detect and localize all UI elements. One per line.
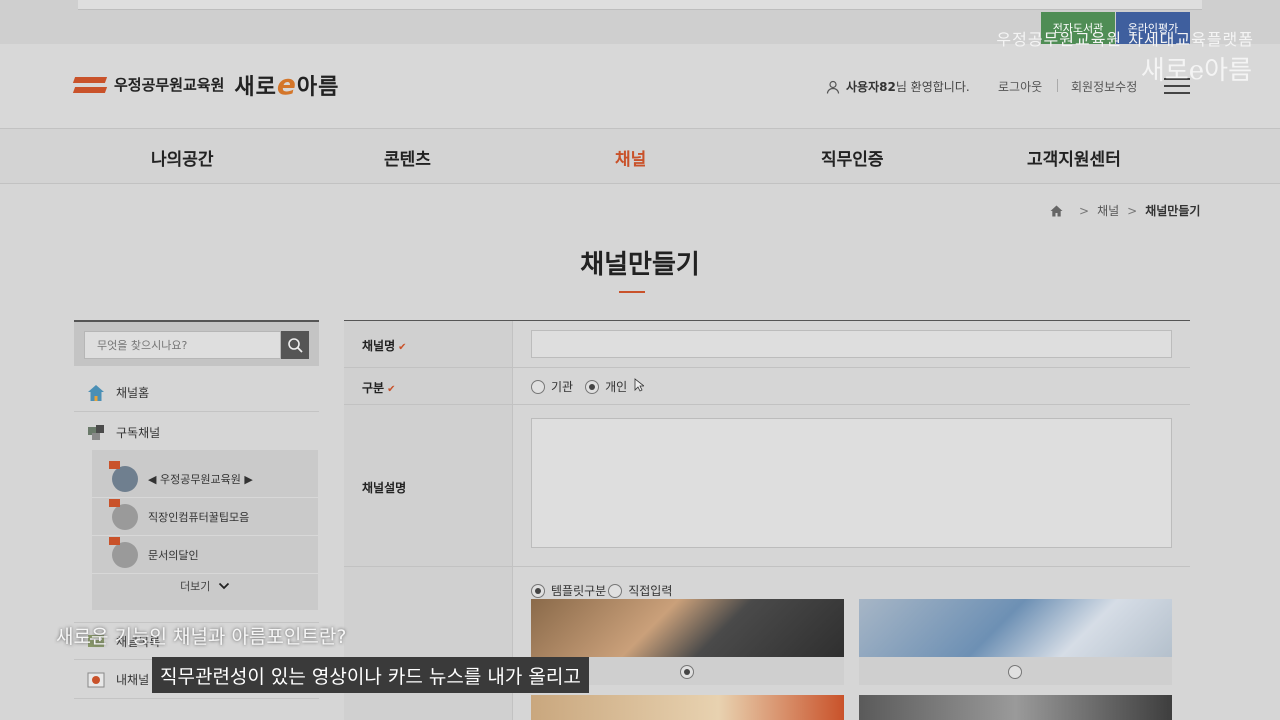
sidebar-item-label: 구독채널 (116, 425, 161, 440)
sidebar-item-channel-home[interactable]: 채널홈 (74, 374, 319, 412)
subscribed-channel-item[interactable]: 문서의달인 (92, 536, 318, 574)
breadcrumb-arrow: > (1127, 203, 1138, 218)
template-thumbnail-chart (859, 599, 1172, 657)
logout-link[interactable]: 로그아웃 (998, 78, 1042, 95)
type-radio-label: 개인 (605, 380, 628, 394)
search-button[interactable] (281, 331, 309, 359)
header-divider (1057, 79, 1058, 92)
template-thumbnail-coins (531, 695, 844, 720)
template-radio-direct[interactable] (608, 583, 623, 598)
sidebar-search (74, 320, 319, 366)
subtitle-line-1: 새로운 기능인 채널과 아름포인트란? (56, 626, 347, 648)
breadcrumb: > 채널 > 채널만들기 (1050, 202, 1200, 219)
subtitle-line-2: 직무관련성이 있는 영상이나 카드 뉴스를 내가 올리고 (152, 657, 589, 693)
row-divider (344, 404, 1190, 405)
template-thumbnail-at-sign (859, 695, 1172, 720)
sidebar-item-label: 채널홈 (116, 386, 150, 400)
template-thumbnail-keyboard (531, 599, 844, 657)
subscribed-channel-item[interactable]: 직장인컴퓨터꿀팁모음 (92, 498, 318, 536)
main-navigation: 나의공간 콘텐츠 채널 직무인증 고객지원센터 (0, 128, 1280, 184)
member-edit-link[interactable]: 회원정보수정 (1071, 78, 1137, 95)
template-radio-template[interactable] (531, 583, 545, 598)
title-underline (619, 291, 645, 293)
sidebar-search-input[interactable] (84, 331, 281, 359)
required-mark-icon: ✔ (398, 342, 407, 353)
channel-thumbnail (109, 536, 138, 568)
mouse-cursor-icon (634, 378, 644, 392)
breadcrumb-channel[interactable]: 채널 (1097, 202, 1119, 219)
more-button[interactable]: 더보기 (92, 578, 318, 594)
logo-mark-icon (72, 75, 108, 95)
type-label: 구분 ✔ (362, 381, 396, 395)
new-badge-icon (109, 498, 120, 507)
required-mark-icon: ✔ (387, 384, 396, 395)
template-option[interactable] (859, 599, 1172, 685)
gnb-item-contents[interactable]: 콘텐츠 (384, 145, 431, 170)
channel-name: 직장인컴퓨터꿀팁모음 (148, 510, 250, 524)
form-top-border (344, 320, 1190, 321)
row-divider (344, 566, 1190, 567)
user-icon (826, 80, 840, 94)
new-badge-icon (109, 536, 120, 545)
logo-org-name: 우정공무원교육원 (114, 76, 225, 94)
channel-description-textarea[interactable] (531, 418, 1172, 548)
subscribed-channel-item[interactable]: ◀ 우정공무원교육원 ▶ (92, 460, 318, 498)
sidebar-item-subscribed[interactable]: 구독채널 (74, 413, 319, 451)
row-divider (344, 367, 1190, 368)
type-radio-label: 기관 (551, 380, 574, 394)
description-label: 채널설명 (362, 481, 407, 495)
template-select-radio[interactable] (1008, 665, 1022, 679)
breadcrumb-current: 채널만들기 (1145, 204, 1201, 218)
top-bar-inner (78, 0, 1202, 10)
user-greeting: 사용자82 님 환영합니다. (826, 78, 970, 95)
channel-name-label: 채널명 ✔ (362, 339, 407, 353)
channel-thumbnail (109, 498, 138, 530)
channel-name: ◀ 우정공무원교육원 ▶ (148, 472, 253, 486)
puzzle-icon (88, 425, 104, 440)
gnb-item-channel[interactable]: 채널 (615, 145, 646, 170)
user-greeting-suffix: 님 환영합니다. (895, 80, 970, 94)
watermark-brand: 새로e아름 (1140, 56, 1252, 86)
gnb-item-support[interactable]: 고객지원센터 (1027, 145, 1121, 170)
channel-thumbnail (109, 460, 138, 492)
more-label: 더보기 (180, 580, 211, 593)
site-header: 우정공무원교육원 새로e아름 사용자82 님 환영합니다. 로그아웃 회원정보수… (0, 44, 1280, 128)
watermark-title: 우정공무원교육원 차세대교육플랫폼 (996, 30, 1254, 49)
new-badge-icon (109, 460, 120, 469)
breadcrumb-arrow: > (1079, 203, 1090, 218)
page-title: 채널만들기 (580, 250, 700, 280)
template-select-radio[interactable] (680, 665, 694, 679)
search-icon (288, 338, 303, 353)
template-option[interactable] (531, 695, 844, 720)
template-radio-group: 템플릿구분 직접입력 (531, 582, 684, 599)
flag-icon (87, 672, 105, 687)
type-radio-group: 기관 개인 (531, 378, 639, 395)
type-radio-institution[interactable] (531, 379, 545, 394)
template-option[interactable] (859, 695, 1172, 720)
sidebar-item-label: 내채널 (116, 673, 150, 687)
template-radio-label: 직접입력 (628, 584, 673, 598)
template-radio-label: 템플릿구분 (551, 584, 607, 598)
user-name: 사용자82 (846, 80, 896, 94)
home-icon[interactable] (1050, 205, 1063, 217)
subscribed-channel-list: ◀ 우정공무원교육원 ▶ 직장인컴퓨터꿀팁모음 문서의달인 더보기 (92, 450, 318, 610)
home-icon (88, 384, 104, 401)
channel-name-input[interactable] (531, 330, 1172, 358)
site-logo[interactable]: 우정공무원교육원 새로e아름 (72, 68, 340, 101)
chevron-down-icon (218, 582, 230, 590)
gnb-item-job-cert[interactable]: 직무인증 (821, 145, 884, 170)
gnb-item-my-space[interactable]: 나의공간 (151, 145, 214, 170)
logo-brand: 새로e아름 (234, 68, 340, 101)
type-radio-personal[interactable] (585, 379, 600, 394)
channel-name: 문서의달인 (148, 548, 199, 562)
